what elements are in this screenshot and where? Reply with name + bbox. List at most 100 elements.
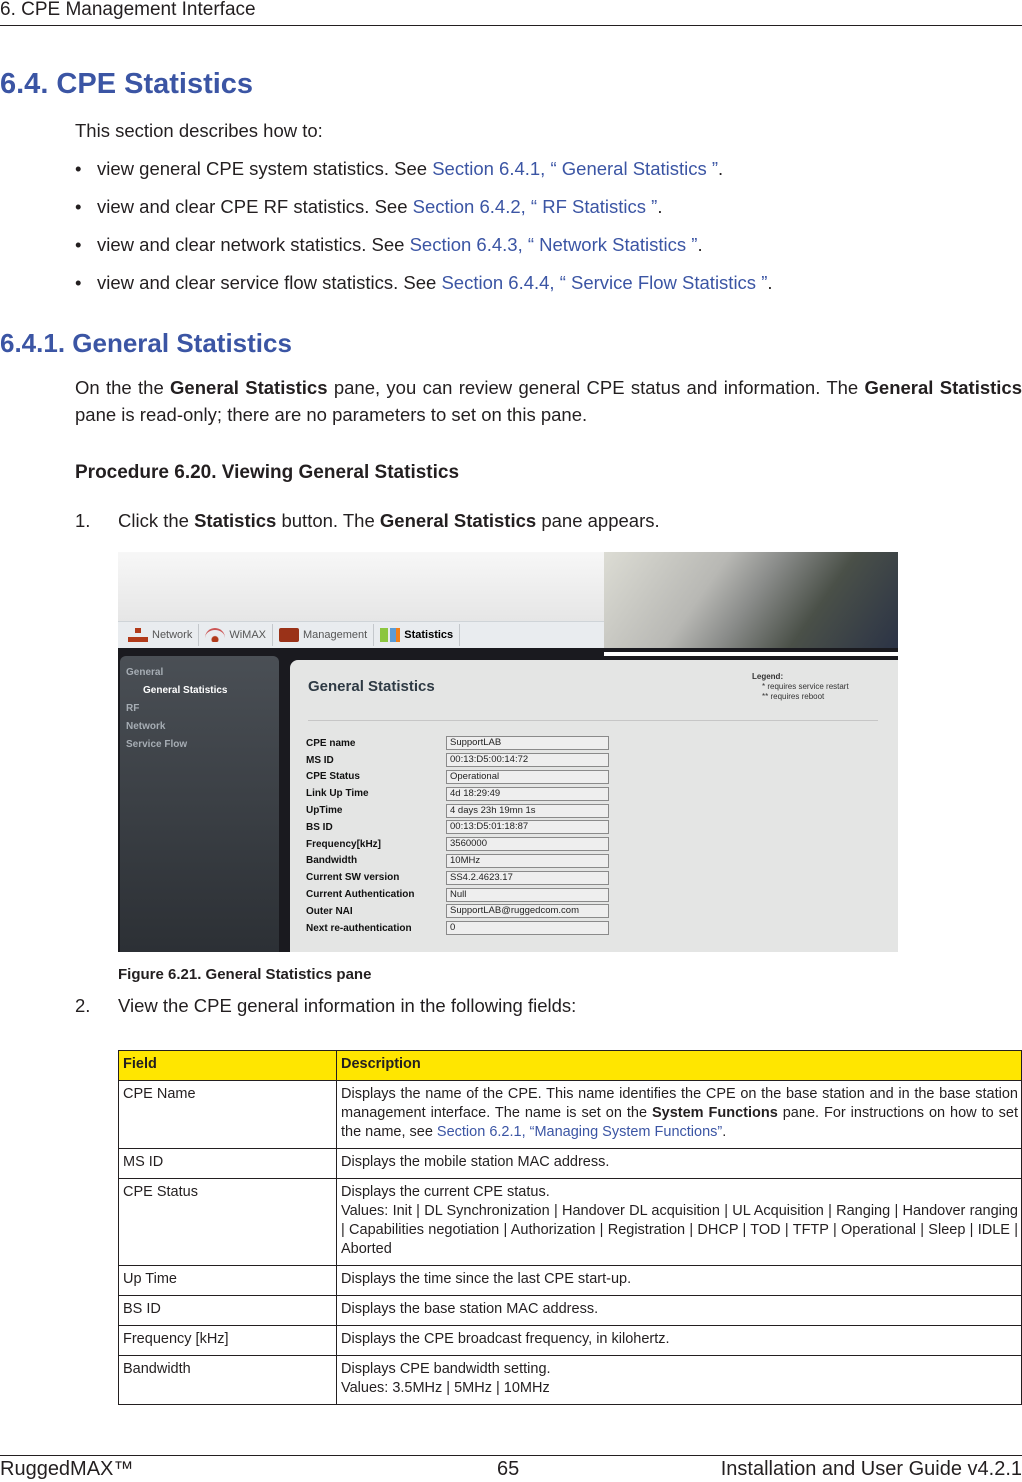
field-row: UpTime 4 days 23h 19mn 1s	[306, 802, 609, 819]
bullet-tail: .	[718, 158, 724, 179]
para-text: pane is read-only; there are no paramete…	[75, 404, 588, 425]
bullet-item: • view and clear CPE RF statistics. See S…	[75, 196, 663, 217]
bullet-tail: .	[657, 196, 663, 217]
field-label: Current Authentication	[306, 889, 415, 901]
field-label: Next re-authentication	[306, 922, 412, 934]
description-values: Values: Init | DL Synchronization | Hand…	[341, 1203, 1018, 1257]
legend-item: ** requires reboot	[762, 692, 825, 701]
section-link[interactable]: Section 6.2.1, “Managing System Function…	[437, 1124, 722, 1140]
field-row: Bandwidth 10MHz	[306, 853, 609, 870]
para-text: On the the	[75, 377, 171, 398]
table-row: CPE Name Displays the name of the CPE. T…	[118, 1080, 1022, 1149]
subsection-title: 6.4.1. General Statistics	[0, 328, 292, 358]
description-bold: System Functions	[651, 1105, 778, 1121]
bullet-text: view and clear CPE RF statistics. See	[97, 196, 413, 217]
banner-graphic	[604, 552, 898, 648]
section-link[interactable]: Section 6.4.1, “ General Statistics ”	[432, 158, 718, 179]
bullet-item: • view and clear service flow statistics.…	[75, 272, 773, 293]
field-cell: Up Time	[118, 1265, 337, 1296]
management-icon	[279, 628, 300, 642]
field-row: Current Authentication Null	[306, 886, 609, 903]
field-cell: CPE Name	[118, 1080, 337, 1149]
bullet-item: • view general CPE system statistics. See…	[75, 158, 724, 179]
network-icon	[128, 628, 148, 642]
footer-product: RuggedMAX™	[0, 1458, 134, 1480]
fields-table: Field Description CPE Name Displays the …	[118, 1050, 1022, 1405]
uptime-field: 4 days 23h 19mn 1s	[446, 803, 609, 818]
field-row: BS ID 00:13:D5:01:18:87	[306, 819, 609, 836]
sidebar-item-general[interactable]: General	[126, 664, 273, 682]
field-cell: Bandwidth	[118, 1355, 337, 1405]
next-reauth-field: 0	[446, 921, 609, 936]
nav-network-button[interactable]: Network	[122, 624, 200, 646]
field-label: BS ID	[306, 821, 333, 833]
statistics-icon	[380, 628, 401, 642]
column-header-field: Field	[118, 1050, 337, 1081]
sidebar: General General Statistics RF Network Se…	[120, 656, 279, 952]
section-title: 6.4. CPE Statistics	[0, 68, 254, 100]
nav-management-button[interactable]: Management	[273, 624, 375, 646]
sidebar-item-network[interactable]: Network	[126, 718, 273, 736]
para-bold: General Statistics	[864, 377, 1022, 398]
description-text: Displays CPE bandwidth setting.	[341, 1361, 551, 1377]
sw-version-field: SS4.2.4623.17	[446, 870, 609, 885]
intro-text: This section describes how to:	[75, 120, 323, 141]
table-row: MS ID Displays the mobile station MAC ad…	[118, 1148, 1022, 1179]
legend: Legend: * requires service restart ** re…	[752, 672, 849, 702]
nav-label: WiMAX	[229, 629, 267, 641]
description-cell: Displays the current CPE status. Values: …	[336, 1178, 1022, 1266]
field-label: CPE name	[306, 737, 356, 749]
table-row: Up Time Displays the time since the last…	[118, 1265, 1022, 1296]
bullet-item: • view and clear network statistics. See …	[75, 234, 703, 255]
bullet-text: view and clear service flow statistics. …	[97, 272, 442, 293]
wimax-icon	[205, 628, 226, 642]
description-text: .	[722, 1124, 727, 1140]
description-cell: Displays the mobile station MAC address.	[336, 1148, 1022, 1179]
sidebar-item-service-flow[interactable]: Service Flow	[126, 736, 273, 754]
subsection-paragraph: On the the General Statistics pane, you …	[75, 374, 1022, 428]
field-row: Current SW version SS4.2.4623.17	[306, 869, 609, 886]
step-bold: General Statistics	[379, 510, 537, 531]
field-label: Outer NAI	[306, 905, 353, 917]
pane-title: General Statistics	[308, 678, 435, 695]
bullet-list: • view general CPE system statistics. See…	[75, 158, 773, 310]
legend-item: * requires service restart	[762, 682, 849, 691]
sidebar-item-general-statistics[interactable]: General Statistics	[126, 682, 273, 700]
field-label: CPE Status	[306, 771, 360, 783]
section-link[interactable]: Section 6.4.2, “ RF Statistics ”	[413, 196, 658, 217]
cpe-name-field: SupportLAB	[446, 736, 609, 751]
bullet-text: view and clear network statistics. See	[97, 234, 410, 255]
field-row: Link Up Time 4d 18:29:49	[306, 785, 609, 802]
procedure-step-1: 1. Click the Statistics button. The Gener…	[75, 510, 660, 532]
pane-divider	[308, 720, 878, 721]
description-cell: Displays the time since the last CPE sta…	[336, 1265, 1022, 1296]
nav-label: Statistics	[404, 629, 454, 641]
footer-rule	[0, 1455, 1022, 1456]
bullet-tail: .	[767, 272, 773, 293]
nav-wimax-button[interactable]: WiMAX	[199, 624, 274, 646]
procedure-title: Procedure 6.20. Viewing General Statisti…	[75, 462, 460, 483]
column-header-description: Description	[336, 1050, 1022, 1081]
main-nav: Network WiMAX Management Statistics	[118, 622, 604, 648]
field-label: Frequency[kHz]	[306, 838, 382, 850]
page-number: 65	[497, 1458, 520, 1480]
table-row: CPE Status Displays the current CPE stat…	[118, 1178, 1022, 1266]
table-header-row: Field Description	[118, 1050, 1022, 1081]
section-link[interactable]: Section 6.4.4, “ Service Flow Statistics…	[441, 272, 767, 293]
section-link[interactable]: Section 6.4.3, “ Network Statistics ”	[410, 234, 698, 255]
outer-nai-field: SupportLAB@ruggedcom.com	[446, 904, 609, 919]
step-text: View the CPE general information in the …	[118, 995, 577, 1016]
field-row: CPE Status Operational	[306, 769, 609, 786]
description-cell: Displays CPE bandwidth setting. Values: 3…	[336, 1355, 1022, 1405]
cpe-status-field: Operational	[446, 769, 609, 784]
table-row: Frequency [kHz] Displays the CPE broadca…	[118, 1325, 1022, 1356]
bullet-tail: .	[697, 234, 703, 255]
field-cell: MS ID	[118, 1148, 337, 1179]
sidebar-item-rf[interactable]: RF	[126, 700, 273, 718]
figure-caption: Figure 6.21. General Statistics pane	[118, 966, 372, 983]
field-row: Outer NAI SupportLAB@ruggedcom.com	[306, 903, 609, 920]
nav-statistics-button[interactable]: Statistics	[374, 624, 461, 646]
field-row: MS ID 00:13:D5:00:14:72	[306, 752, 609, 769]
description-cell: Displays the name of the CPE. This name …	[336, 1080, 1022, 1149]
description-cell: Displays the CPE broadcast frequency, in…	[336, 1325, 1022, 1356]
